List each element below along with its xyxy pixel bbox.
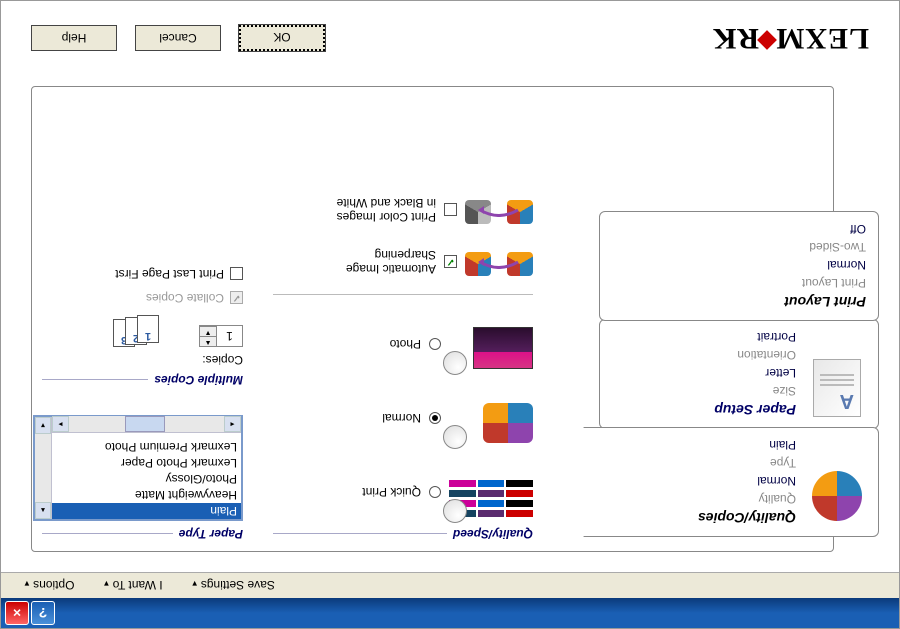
radio-normal[interactable]: [429, 412, 441, 424]
titlebar-close-button[interactable]: ×: [5, 601, 29, 625]
tab-quality-icon: [808, 466, 866, 526]
quality-speed-group: Quality/Speed: [273, 97, 533, 541]
ok-button[interactable]: OK: [239, 25, 325, 51]
divider: [273, 294, 533, 295]
spinner-down-icon[interactable]: ▼: [200, 326, 216, 336]
content-area: Quality/Speed: [1, 1, 899, 572]
list-item[interactable]: Lexmark Photo Paper: [52, 455, 241, 471]
tab-quality-copies[interactable]: Quality/Copies Quality Normal Type Plain: [583, 427, 879, 537]
list-item[interactable]: Plain: [52, 503, 241, 519]
left-tabs: Quality/Copies Quality Normal Type Plain…: [599, 211, 879, 537]
menu-options[interactable]: Options: [23, 579, 75, 593]
quality-option-quick[interactable]: Quick Print: [273, 467, 533, 517]
collate-row: Collate Copies: [42, 291, 243, 305]
quality-option-normal[interactable]: Normal: [273, 393, 533, 443]
divider: [273, 534, 447, 535]
list-item[interactable]: Lexmark Premium Photo: [52, 439, 241, 455]
menubar: Save Settings I Want To Options: [1, 572, 899, 598]
vertical-scrollbar[interactable]: ▴ ▾: [35, 417, 52, 519]
quality-option-photo[interactable]: Photo: [273, 319, 533, 369]
auto-sharpen-label: Automatic Image Sharpening: [316, 248, 436, 276]
copies-label: Copies:: [42, 353, 243, 367]
divider: [42, 380, 148, 381]
tab-paper-title: Paper Setup: [714, 402, 796, 418]
footer: LEXMRK OK Cancel Help: [31, 21, 869, 55]
checkbox-auto-sharpen[interactable]: [444, 256, 457, 269]
multiple-copies-title: Multiple Copies: [154, 373, 243, 387]
tab-paper-icon: [808, 358, 866, 418]
diamond-icon: [757, 30, 777, 50]
auto-sharpen-icon: [465, 240, 533, 284]
paper-type-listbox[interactable]: Plain Heavyweight Matte Photo/Glossy Lex…: [33, 415, 243, 521]
quick-print-icon: [449, 467, 533, 517]
normal-icon: [449, 393, 533, 443]
list-item[interactable]: Heavyweight Matte: [52, 487, 241, 503]
menu-save-settings[interactable]: Save Settings: [191, 579, 275, 593]
print-bw-icon: [465, 188, 533, 232]
last-page-first-label: Print Last Page First: [115, 267, 224, 281]
tab-layout-title: Print Layout: [612, 294, 866, 310]
list-item[interactable]: Photo/Glossy: [52, 471, 241, 487]
tab-paper-setup[interactable]: Paper Setup Size Letter Orientation Port…: [599, 319, 879, 429]
titlebar-help-button[interactable]: ?: [31, 601, 55, 625]
quick-print-label: Quick Print: [362, 485, 421, 499]
quality-speed-title: Quality/Speed: [453, 527, 533, 541]
right-panel: Quality/Speed: [42, 97, 533, 541]
print-bw-row: Print Color Images in Black and White: [273, 188, 533, 232]
scroll-down-icon[interactable]: ▾: [35, 417, 51, 434]
normal-label: Normal: [382, 411, 421, 425]
spinner-up-icon[interactable]: ▲: [200, 336, 216, 346]
copies-spinner[interactable]: 1 ▲ ▼: [199, 325, 243, 347]
collate-label: Collate Copies: [146, 291, 224, 305]
paper-type-title: Paper Type: [179, 527, 243, 541]
right-column: Paper Type Plain Heavyweight Matte Photo…: [42, 97, 243, 541]
divider: [42, 534, 173, 535]
auto-image-sharpening-row: Automatic Image Sharpening: [273, 240, 533, 284]
scroll-thumb[interactable]: [126, 416, 166, 432]
scroll-up-icon[interactable]: ▴: [35, 502, 51, 519]
checkbox-collate: [230, 292, 243, 305]
help-button[interactable]: Help: [31, 25, 117, 51]
photo-label: Photo: [390, 337, 421, 351]
print-bw-label: Print Color Images in Black and White: [337, 196, 436, 224]
lexmark-logo: LEXMRK: [712, 21, 869, 55]
copies-value[interactable]: 1: [216, 326, 242, 346]
print-dialog: ? × Save Settings I Want To Options Qual…: [0, 0, 900, 629]
radio-photo[interactable]: [429, 338, 441, 350]
scroll-left-icon[interactable]: ◂: [224, 416, 241, 432]
scroll-right-icon[interactable]: ▸: [52, 416, 69, 432]
checkbox-last-page-first[interactable]: [230, 268, 243, 281]
photo-icon: [449, 319, 533, 369]
titlebar: ? ×: [1, 598, 899, 628]
collate-preview-icon: 3 2 1: [111, 315, 159, 347]
tab-print-layout[interactable]: Print Layout Print Layout Normal Two-Sid…: [599, 211, 879, 321]
cancel-button[interactable]: Cancel: [135, 25, 221, 51]
lastfirst-row: Print Last Page First: [42, 267, 243, 281]
horizontal-scrollbar[interactable]: ◂ ▸: [52, 416, 241, 433]
multiple-copies-group: Multiple Copies Copies: 1 ▲ ▼: [42, 267, 243, 387]
radio-quick[interactable]: [429, 486, 441, 498]
menu-i-want-to[interactable]: I Want To: [103, 579, 163, 593]
checkbox-print-bw[interactable]: [444, 204, 457, 217]
tab-quality-title: Quality/Copies: [698, 510, 796, 526]
